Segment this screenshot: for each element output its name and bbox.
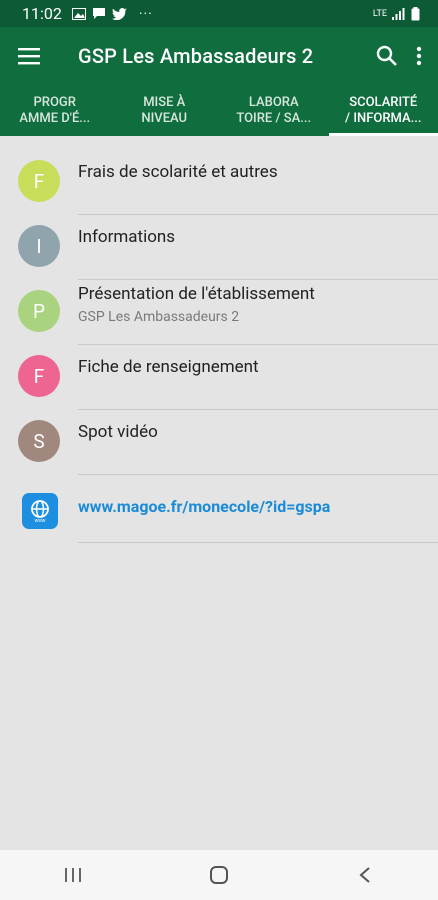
avatar: I xyxy=(18,225,60,267)
overflow-menu-icon[interactable] xyxy=(416,46,422,66)
avatar: S xyxy=(18,420,60,462)
divider xyxy=(78,542,438,543)
tab-label: LABORA TOIRE / SA... xyxy=(236,95,312,126)
back-button[interactable] xyxy=(335,866,395,884)
list-item-title: Informations xyxy=(78,227,176,247)
list-item[interactable]: I Informations xyxy=(0,215,438,280)
gallery-icon xyxy=(71,7,86,20)
twitter-icon xyxy=(111,7,127,20)
search-icon[interactable] xyxy=(376,45,398,67)
tab-label: PROGR AMME D'É... xyxy=(19,95,91,126)
recent-apps-button[interactable] xyxy=(43,867,103,883)
avatar: F xyxy=(18,355,60,397)
list-item-title: Spot vidéo xyxy=(78,422,158,442)
home-icon xyxy=(210,866,228,884)
app-title: GSP Les Ambassadeurs 2 xyxy=(78,44,314,68)
tab-mise-a-niveau[interactable]: MISE À NIVEAU xyxy=(110,85,220,136)
status-time: 11:02 xyxy=(22,4,62,23)
tab-programme[interactable]: PROGR AMME D'É... xyxy=(0,85,110,136)
network-type: LTE xyxy=(372,8,387,19)
hamburger-menu-icon[interactable] xyxy=(18,47,42,65)
content-list: F Frais de scolarité et autres I Informa… xyxy=(0,150,438,543)
website-link-item[interactable]: www www.magoe.fr/monecole/?id=gspa xyxy=(0,475,438,543)
list-item-title: Frais de scolarité et autres xyxy=(78,162,278,182)
list-item[interactable]: F Frais de scolarité et autres xyxy=(0,150,438,215)
home-button[interactable] xyxy=(189,865,249,885)
more-notifications-icon: ··· xyxy=(138,5,153,22)
system-nav-bar xyxy=(0,850,438,900)
www-globe-icon: www xyxy=(22,493,58,529)
list-item-subtitle: GSP Les Ambassadeurs 2 xyxy=(78,309,240,325)
tab-label: MISE À NIVEAU xyxy=(141,95,188,126)
avatar: P xyxy=(18,290,60,332)
tab-scolarite[interactable]: SCOLARITÉ / INFORMA... xyxy=(328,85,438,136)
tab-laboratoire[interactable]: LABORA TOIRE / SA... xyxy=(219,85,329,136)
tab-label: SCOLARITÉ / INFORMA... xyxy=(345,95,422,126)
status-bar: 11:02 ··· LTE xyxy=(0,0,438,27)
app-bar: GSP Les Ambassadeurs 2 xyxy=(0,27,438,85)
list-item-title: Présentation de l'établissement xyxy=(78,284,315,304)
website-link[interactable]: www.magoe.fr/monecole/?id=gspa xyxy=(78,497,428,516)
list-item[interactable]: P Présentation de l'établissement GSP Le… xyxy=(0,280,438,345)
svg-text:www: www xyxy=(35,518,46,523)
tab-bar: PROGR AMME D'É... MISE À NIVEAU LABORA T… xyxy=(0,85,438,136)
message-icon xyxy=(92,8,105,19)
list-item[interactable]: S Spot vidéo xyxy=(0,410,438,475)
recent-apps-icon xyxy=(65,868,81,882)
back-icon xyxy=(359,867,370,883)
list-item[interactable]: F Fiche de renseignement xyxy=(0,345,438,410)
battery-icon xyxy=(411,6,420,20)
list-item-title: Fiche de renseignement xyxy=(78,357,259,377)
avatar: F xyxy=(18,160,60,202)
signal-icon xyxy=(392,7,405,20)
